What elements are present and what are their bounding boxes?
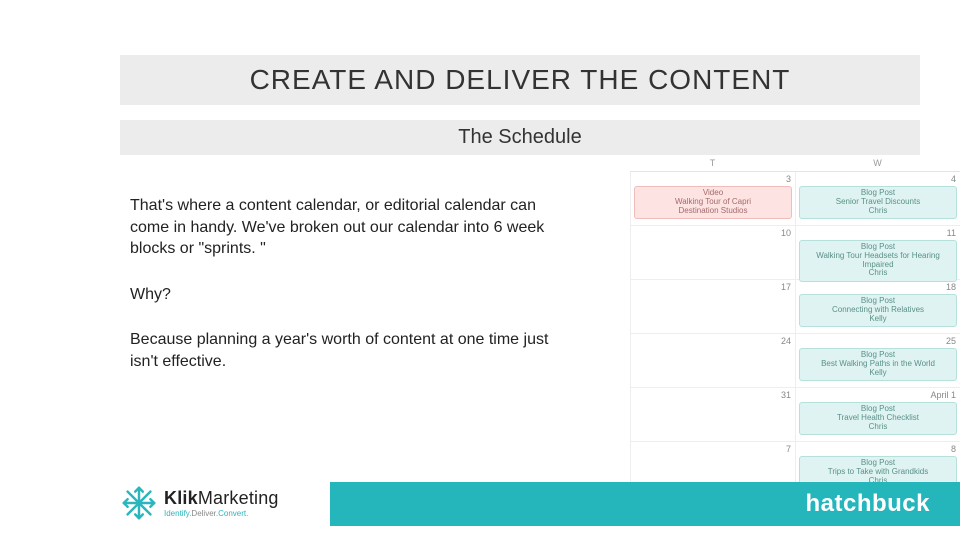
calendar-cell: 10 [630, 226, 795, 279]
paragraph-3: Because planning a year's worth of conte… [130, 329, 550, 372]
card-author: Chris [802, 207, 954, 216]
calendar-cell: 31 [630, 388, 795, 441]
calendar-card: Video Walking Tour of Capri Destination … [634, 186, 792, 219]
calendar-header-wednesday: W [795, 155, 960, 171]
paragraph-1: That's where a content calendar, or edit… [130, 195, 550, 260]
title-bar: CREATE AND DELIVER THE CONTENT [120, 55, 920, 105]
klik-light: Marketing [198, 488, 279, 508]
calendar-date: 18 [946, 282, 956, 292]
footer-left: KlikMarketing Identify.Deliver.Convert. [120, 484, 279, 522]
card-author: Chris [802, 269, 954, 278]
klik-brand: KlikMarketing [164, 488, 279, 509]
calendar-date: 31 [781, 390, 791, 400]
snowflake-icon [120, 484, 158, 522]
calendar-row: 17 18 Blog Post Connecting with Relative… [630, 280, 960, 334]
calendar-card: Blog Post Connecting with Relatives Kell… [799, 294, 957, 327]
calendar-cell: 25 Blog Post Best Walking Paths in the W… [795, 334, 960, 387]
calendar-cell: 4 Blog Post Senior Travel Discounts Chri… [795, 172, 960, 225]
card-line: Walking Tour Headsets for Hearing Impair… [802, 252, 954, 270]
calendar-header-tuesday: T [630, 155, 795, 171]
slide: CREATE AND DELIVER THE CONTENT The Sched… [0, 0, 960, 540]
calendar-date: 11 [947, 228, 956, 238]
slide-title: CREATE AND DELIVER THE CONTENT [250, 64, 791, 96]
calendar-row: 31 April 1 Blog Post Travel Health Check… [630, 388, 960, 442]
calendar-row: 3 Video Walking Tour of Capri Destinatio… [630, 172, 960, 226]
calendar-cell: 3 Video Walking Tour of Capri Destinatio… [630, 172, 795, 225]
klik-tagline: Identify.Deliver.Convert. [164, 509, 279, 518]
calendar-date: 7 [786, 444, 791, 454]
slide-subtitle: The Schedule [458, 126, 581, 149]
hatchbuck-logo: hatchbuck [805, 490, 930, 518]
tag-b: Deliver. [191, 509, 218, 518]
calendar-cell: 24 [630, 334, 795, 387]
tag-c: Convert. [218, 509, 248, 518]
calendar-date: 25 [946, 336, 956, 346]
calendar-cell: 11 Blog Post Walking Tour Headsets for H… [795, 226, 960, 279]
calendar-card: Blog Post Best Walking Paths in the Worl… [799, 348, 957, 381]
klik-bold: Klik [164, 488, 198, 508]
card-author: Chris [802, 423, 954, 432]
subtitle-bar: The Schedule [120, 120, 920, 155]
calendar-card: Blog Post Walking Tour Headsets for Hear… [799, 240, 957, 282]
card-author: Kelly [802, 315, 954, 324]
calendar-preview: T W 3 Video Walking Tour of Capri Destin… [630, 155, 960, 496]
card-author: Destination Studios [637, 207, 789, 216]
calendar-card: Blog Post Travel Health Checklist Chris [799, 402, 957, 435]
calendar-date: 17 [781, 282, 791, 292]
calendar-date: 8 [951, 444, 956, 454]
calendar-cell: 18 Blog Post Connecting with Relatives K… [795, 280, 960, 333]
calendar-date: 24 [781, 336, 791, 346]
calendar-date: 4 [951, 174, 956, 184]
calendar-cell: April 1 Blog Post Travel Health Checklis… [795, 388, 960, 441]
calendar-card: Blog Post Senior Travel Discounts Chris [799, 186, 957, 219]
calendar-row: 24 25 Blog Post Best Walking Paths in th… [630, 334, 960, 388]
calendar-row: 10 11 Blog Post Walking Tour Headsets fo… [630, 226, 960, 280]
klik-logo-text: KlikMarketing Identify.Deliver.Convert. [164, 488, 279, 518]
card-author: Kelly [802, 369, 954, 378]
footer-bar: hatchbuck [330, 482, 960, 526]
calendar-date: 10 [781, 228, 791, 238]
tag-a: Identify. [164, 509, 191, 518]
paragraph-2: Why? [130, 284, 550, 306]
body-text: That's where a content calendar, or edit… [130, 195, 550, 397]
calendar-cell: 17 [630, 280, 795, 333]
calendar-header: T W [630, 155, 960, 172]
calendar-date: April 1 [930, 390, 956, 400]
calendar-date: 3 [786, 174, 791, 184]
